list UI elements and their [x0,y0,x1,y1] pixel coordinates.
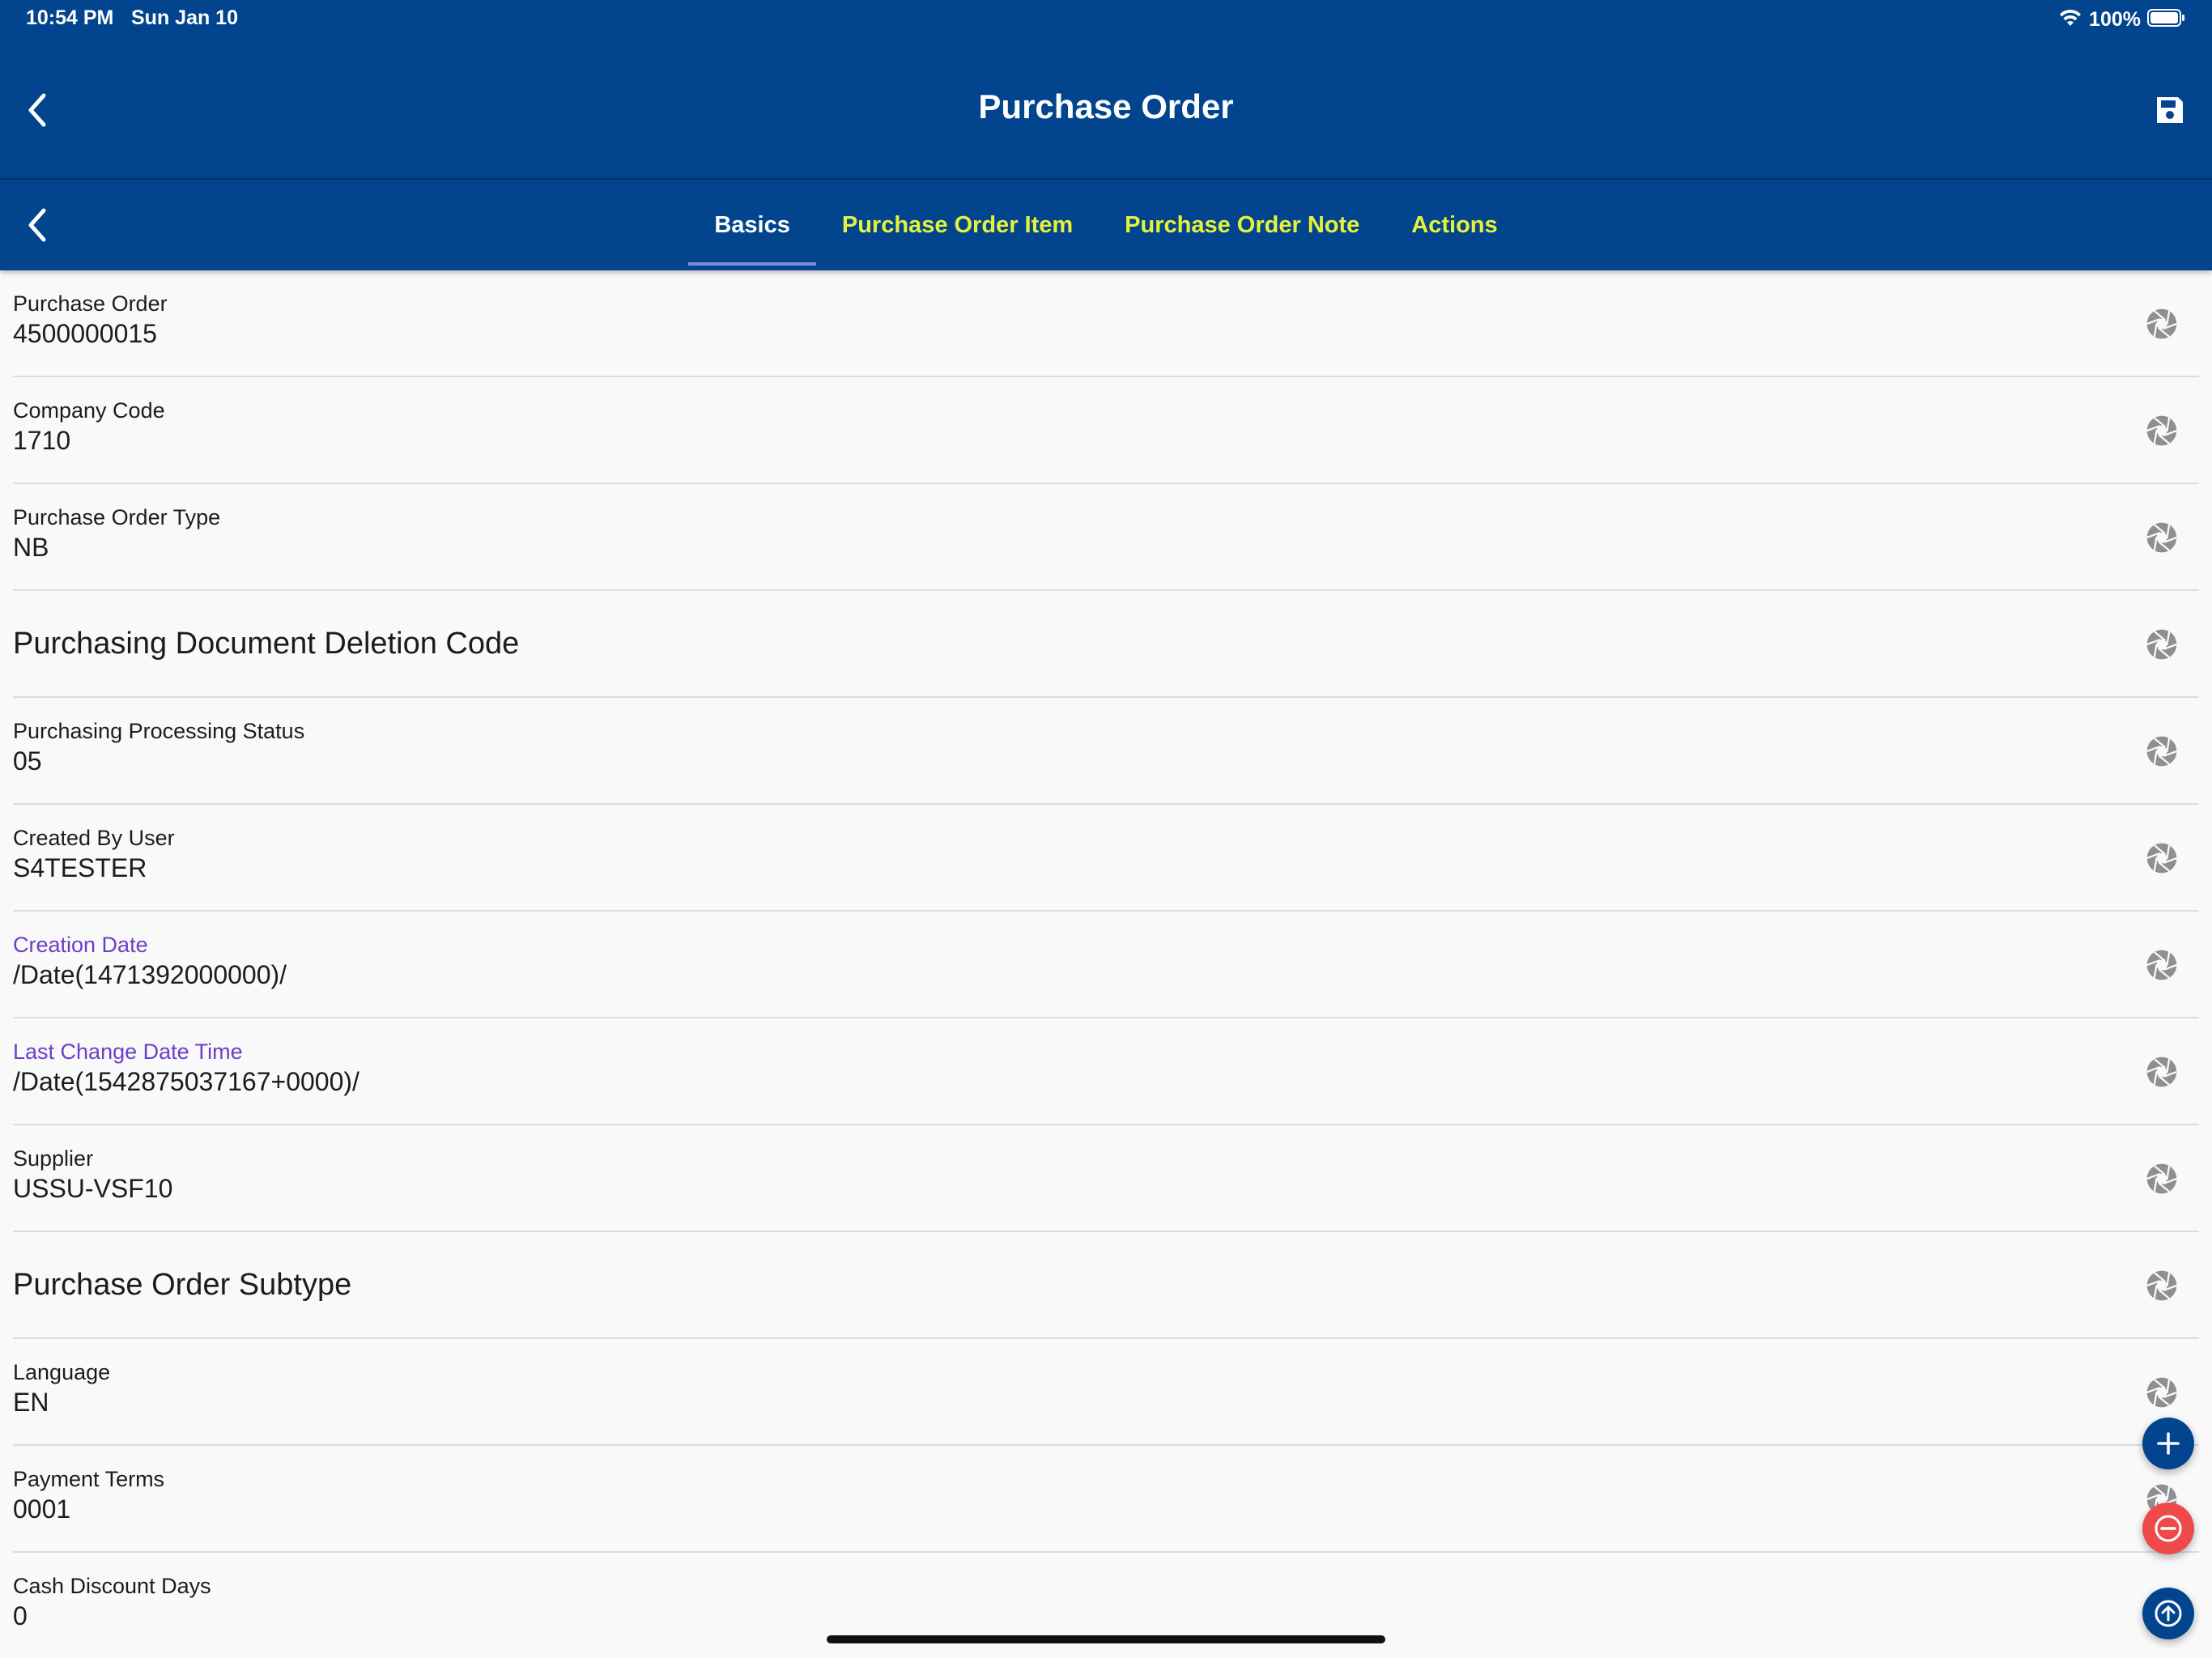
add-button[interactable] [2142,1418,2194,1469]
field-value: NB [13,533,49,562]
field-label: Created By User [13,826,175,850]
wifi-icon [2058,8,2082,32]
tab-purchase-order-note[interactable]: Purchase Order Note [1099,180,1385,270]
field-list: Purchase Order 4500000015 Company Code 1… [0,270,2212,1658]
field-label: Language [13,1360,111,1384]
list-item: Purchase Order 4500000015 [13,270,2199,377]
list-item: Creation Date /Date(1471392000000)/ [13,912,2199,1018]
app-header: 10:54 PM Sun Jan 10 100% Purchase Order [0,0,2212,180]
field-value: /Date(1542875037167+0000)/ [13,1067,359,1096]
field-heading: Purchase Order Subtype [13,1268,352,1302]
aperture-icon[interactable] [2144,413,2180,449]
field-heading: Purchasing Document Deletion Code [13,627,520,661]
list-item: Purchase Order Subtype [13,1232,2199,1339]
arrow-up-circle-icon [2155,1600,2182,1627]
status-indicators: 100% [2058,6,2186,32]
field-value: S4TESTER [13,853,147,882]
field-value: 0001 [13,1494,71,1524]
aperture-icon[interactable] [2144,520,2180,555]
page-title: Purchase Order [978,87,1234,125]
list-item: Payment Terms 0001 [13,1446,2199,1553]
list-item: Company Code 1710 [13,377,2199,484]
field-label: Payment Terms [13,1467,165,1491]
list-item: Purchase Order Type NB [13,484,2199,591]
list-item: Supplier USSU-VSF10 [13,1125,2199,1232]
minus-circle-icon [2155,1515,2182,1542]
list-item: Purchasing Processing Status 05 [13,698,2199,805]
status-time: 10:54 PM [26,6,114,29]
scroll-up-button[interactable] [2142,1588,2194,1639]
tab-actions[interactable]: Actions [1385,180,1523,270]
aperture-icon[interactable] [2144,840,2180,876]
field-label: Purchase Order [13,291,168,316]
aperture-icon[interactable] [2144,947,2180,983]
tabs: Basics Purchase Order Item Purchase Orde… [0,180,2212,270]
status-bar: 10:54 PM Sun Jan 10 100% [0,0,2212,39]
aperture-icon[interactable] [2144,1054,2180,1090]
field-value: 1710 [13,426,71,455]
tab-basics[interactable]: Basics [688,180,816,270]
tab-purchase-order-item[interactable]: Purchase Order Item [816,180,1099,270]
remove-button[interactable] [2142,1503,2194,1554]
field-value: USSU-VSF10 [13,1174,173,1203]
list-item: Created By User S4TESTER [13,805,2199,912]
field-label: Creation Date [13,933,148,957]
tab-bar: Basics Purchase Order Item Purchase Orde… [0,180,2212,270]
list-item: Purchasing Document Deletion Code [13,591,2199,698]
field-label: Last Change Date Time [13,1039,243,1064]
field-value: /Date(1471392000000)/ [13,960,287,989]
save-icon[interactable] [2150,91,2189,130]
aperture-icon[interactable] [2144,1268,2180,1303]
field-label: Cash Discount Days [13,1574,211,1598]
field-label: Purchasing Processing Status [13,719,305,743]
aperture-icon[interactable] [2144,306,2180,342]
aperture-icon[interactable] [2144,627,2180,662]
aperture-icon[interactable] [2144,733,2180,769]
field-value: EN [13,1388,49,1417]
plus-icon [2157,1432,2180,1455]
field-label: Company Code [13,398,165,423]
home-indicator [827,1635,1385,1643]
aperture-icon[interactable] [2144,1161,2180,1197]
field-label: Purchase Order Type [13,505,221,529]
field-value: 0 [13,1601,28,1630]
field-label: Supplier [13,1146,94,1171]
nav-bar: Purchase Order [0,39,2212,180]
aperture-icon[interactable] [2144,1375,2180,1410]
field-value: 05 [13,746,42,776]
list-item: Last Change Date Time /Date(154287503716… [13,1018,2199,1125]
list-item: Language EN [13,1339,2199,1446]
battery-percent: 100% [2089,7,2141,31]
status-date: Sun Jan 10 [131,6,238,29]
field-value: 4500000015 [13,319,157,348]
battery-icon [2147,8,2186,32]
